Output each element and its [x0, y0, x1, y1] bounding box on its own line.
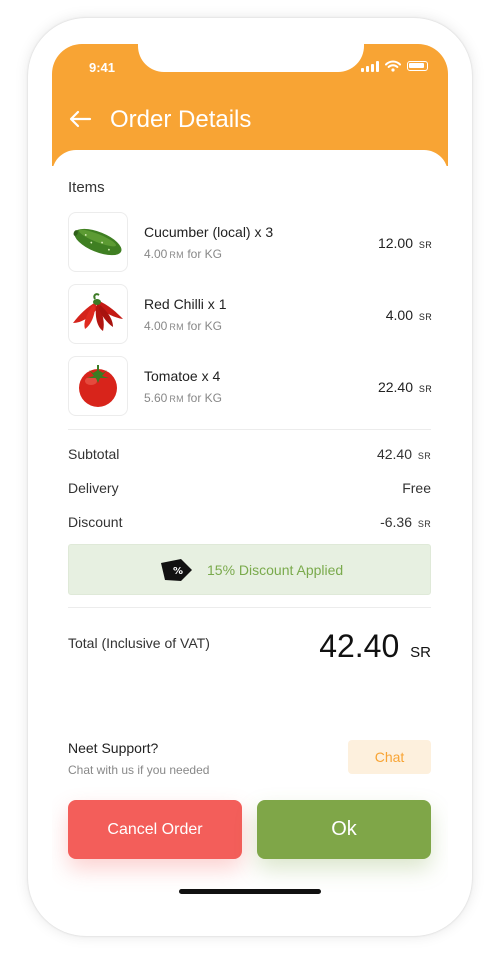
device-notch	[138, 44, 364, 72]
delivery-row: Delivery Free	[68, 480, 431, 496]
item-price: 12.00 SR	[377, 235, 432, 251]
chat-button[interactable]: Chat	[348, 740, 431, 774]
delivery-label: Delivery	[68, 480, 119, 496]
discount-banner-text: 15% Discount Applied	[207, 562, 344, 578]
discount-banner: % 15% Discount Applied	[68, 544, 431, 595]
item-unit-price: 4.00 RM for KG	[144, 247, 222, 261]
cancel-order-button[interactable]: Cancel Order	[68, 800, 242, 859]
chilli-icon	[73, 293, 123, 331]
support-subtitle: Chat with us if you needed	[68, 763, 210, 777]
item-price: 4.00 SR	[385, 307, 432, 323]
subtotal-value: 42.40 SR	[376, 446, 431, 462]
svg-text:%: %	[173, 566, 183, 577]
subtotal-label: Subtotal	[68, 446, 120, 462]
total-value: 42.40 SR	[319, 628, 431, 664]
item-thumbnail	[68, 284, 128, 344]
items-heading: Items	[68, 179, 105, 196]
discount-value: -6.36 SR	[380, 514, 431, 530]
discount-label: Discount	[68, 514, 123, 530]
app-screen: 9:41 Order Details Items Cucumber (local…	[52, 44, 448, 914]
page-title: Order Details	[110, 106, 252, 133]
cucumber-icon	[73, 228, 122, 256]
subtotal-row: Subtotal 42.40 SR	[68, 446, 431, 462]
status-icons	[361, 60, 428, 72]
item-price: 22.40 SR	[377, 379, 432, 395]
home-indicator[interactable]	[179, 889, 321, 894]
item-thumbnail	[68, 356, 128, 416]
header-bar: 9:41 Order Details	[52, 44, 448, 166]
discount-tag-icon: %	[161, 559, 192, 581]
item-name: Red Chilli x 1	[144, 296, 227, 312]
support-title: Neet Support?	[68, 740, 159, 756]
list-item: Cucumber (local) x 3 4.00 RM for KG 12.00…	[68, 212, 432, 272]
item-unit-price: 4.00 RM for KG	[144, 319, 222, 333]
divider	[68, 607, 431, 608]
tomato-icon	[79, 365, 117, 407]
list-item: Tomatoe x 4 5.60 RM for KG 22.40 SR	[68, 356, 432, 416]
wifi-icon	[385, 60, 401, 72]
item-unit-price: 5.60 RM for KG	[144, 391, 222, 405]
item-thumbnail	[68, 212, 128, 272]
status-time: 9:41	[89, 60, 116, 75]
delivery-value: Free	[402, 480, 431, 496]
ok-button[interactable]: Ok	[257, 800, 431, 859]
discount-row: Discount -6.36 SR	[68, 514, 431, 530]
signal-icon	[361, 60, 379, 72]
total-label: Total (Inclusive of VAT)	[68, 635, 210, 651]
item-name: Tomatoe x 4	[144, 368, 221, 384]
back-arrow-icon[interactable]	[66, 106, 94, 132]
divider	[68, 429, 431, 430]
item-name: Cucumber (local) x 3	[144, 224, 274, 240]
list-item: Red Chilli x 1 4.00 RM for KG 4.00 SR	[68, 284, 432, 344]
battery-icon	[407, 61, 428, 71]
